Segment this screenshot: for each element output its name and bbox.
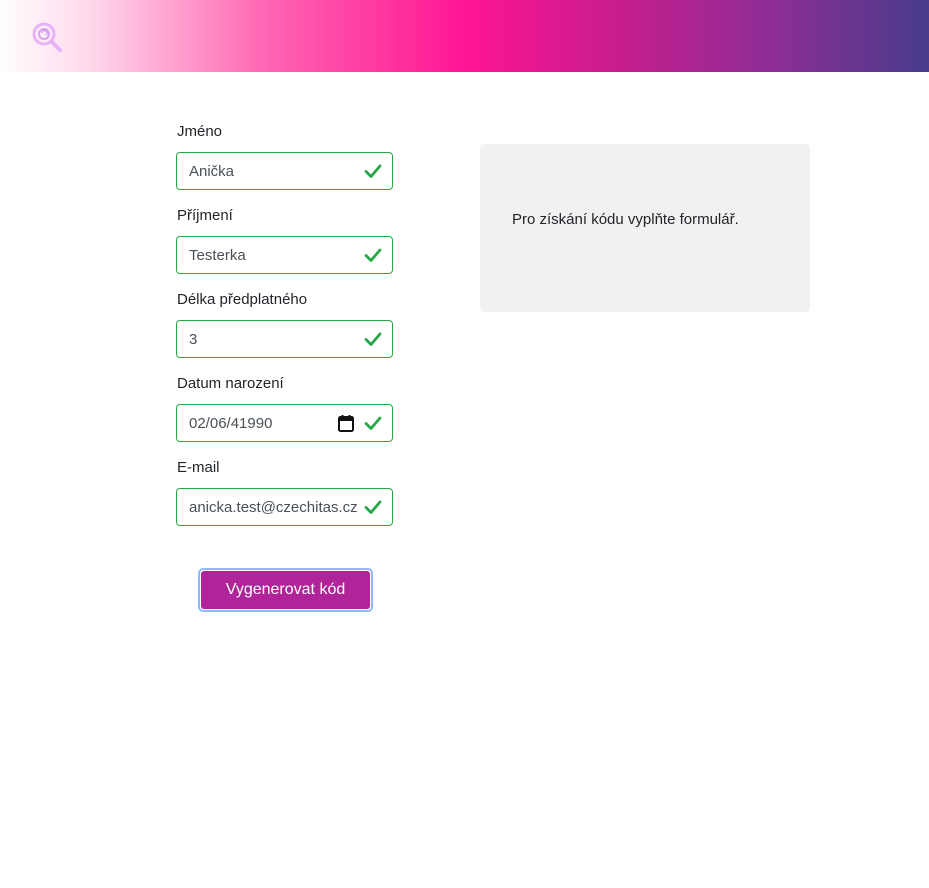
email-input[interactable]: [177, 489, 357, 525]
valid-check-icon: [364, 164, 382, 178]
birth-date-label: Datum narození: [177, 375, 284, 392]
first-name-input-wrapper: [176, 152, 393, 190]
first-name-field: Jméno: [176, 120, 393, 190]
subscription-length-input[interactable]: [177, 321, 357, 357]
valid-check-icon: [364, 332, 382, 346]
first-name-label: Jméno: [177, 123, 223, 140]
registration-form: Jméno Příjmení Délka předplatného Datum …: [176, 120, 393, 540]
calendar-icon[interactable]: [338, 414, 354, 432]
subscription-length-input-wrapper: [176, 320, 393, 358]
last-name-input-wrapper: [176, 236, 393, 274]
magnifier-logo-icon[interactable]: [30, 20, 64, 54]
email-field: E-mail: [176, 456, 393, 526]
subscription-length-field: Délka předplatného: [176, 288, 393, 358]
last-name-input[interactable]: [177, 237, 357, 273]
first-name-input[interactable]: [177, 153, 357, 189]
code-result-panel: Pro získání kódu vyplňte formulář.: [480, 144, 810, 312]
valid-check-icon: [364, 500, 382, 514]
last-name-field: Příjmení: [176, 204, 393, 274]
birth-date-input[interactable]: [177, 405, 327, 441]
page-header: [0, 0, 929, 72]
email-input-wrapper: [176, 488, 393, 526]
valid-check-icon: [364, 248, 382, 262]
birth-date-input-wrapper: [176, 404, 393, 442]
code-result-text: Pro získání kódu vyplňte formulář.: [512, 211, 739, 228]
generate-code-button-focus-ring: Vygenerovat kód: [198, 568, 373, 612]
last-name-label: Příjmení: [177, 207, 233, 224]
birth-date-field: Datum narození: [176, 372, 393, 442]
subscription-length-label: Délka předplatného: [177, 291, 308, 308]
email-label: E-mail: [177, 459, 220, 476]
valid-check-icon: [364, 416, 382, 430]
generate-code-button[interactable]: Vygenerovat kód: [201, 571, 370, 609]
